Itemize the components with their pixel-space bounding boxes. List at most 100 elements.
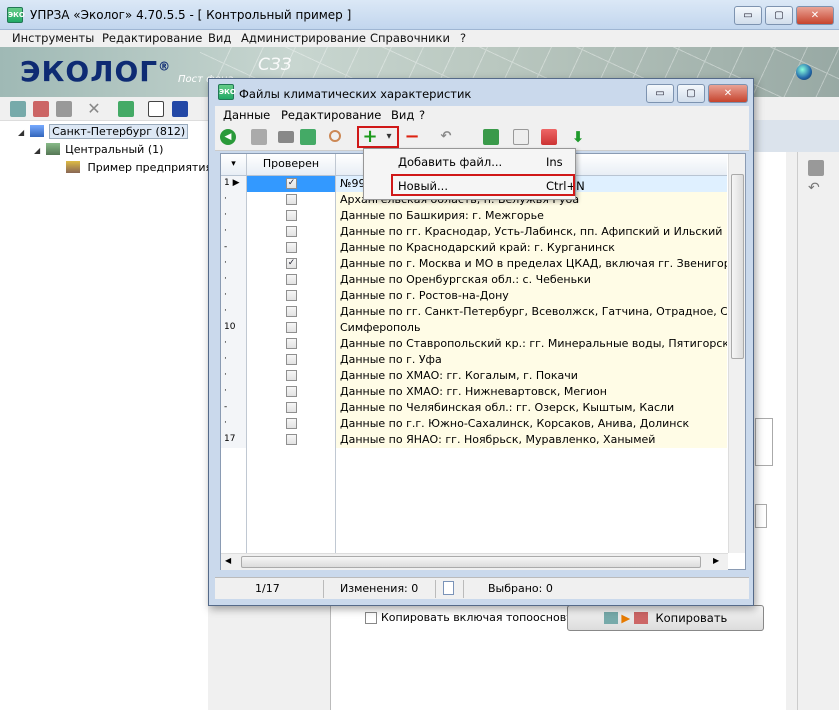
row-indicator[interactable]: · — [221, 368, 247, 384]
table-row[interactable]: · Данные по г. Ростов-на-Дону — [221, 288, 727, 304]
table-row[interactable]: · Данные по г. Уфа — [221, 352, 727, 368]
print-icon[interactable] — [278, 131, 294, 143]
row-check-cell[interactable] — [247, 336, 336, 352]
row-check-cell[interactable] — [247, 384, 336, 400]
row-check-cell[interactable] — [247, 272, 336, 288]
row-indicator[interactable]: - — [221, 240, 247, 256]
checkbox[interactable] — [286, 402, 297, 413]
row-check-cell[interactable] — [247, 192, 336, 208]
checkbox[interactable] — [286, 434, 297, 445]
menu-admin[interactable]: Администрирование — [241, 31, 366, 45]
maximize-button[interactable]: ▢ — [765, 6, 793, 25]
edit-icon[interactable] — [513, 129, 529, 145]
table-row[interactable]: · Данные по ХМАО: гг. Когалым, г. Покачи — [221, 368, 727, 384]
row-check-cell[interactable] — [247, 416, 336, 432]
minimize-button[interactable]: ▭ — [734, 6, 762, 25]
row-indicator[interactable]: · — [221, 288, 247, 304]
checkbox[interactable] — [286, 306, 297, 317]
vertical-scrollbar[interactable] — [728, 154, 745, 553]
row-description[interactable]: Данные по гг. Санкт-Петербург, Всеволжск… — [336, 304, 727, 320]
row-check-cell[interactable]: ✓ — [247, 256, 336, 272]
checkbox[interactable] — [286, 322, 297, 333]
table-row[interactable]: · Данные по Ставропольский кр.: гг. Минер… — [221, 336, 727, 352]
table-row[interactable]: 10 Симферополь — [221, 320, 727, 336]
tree-node-spb[interactable]: ◢ Санкт-Петербург (812) — [18, 124, 189, 139]
table-row[interactable]: · Данные по г.г. Южно-Сахалинск, Корсаков… — [221, 416, 727, 432]
dialog-menu-view[interactable]: Вид — [391, 108, 414, 122]
row-description[interactable]: Данные по ЯНАО: гг. Ноябрьск, Муравленко… — [336, 432, 727, 448]
row-description[interactable]: Данные по Башкирия: г. Межгорье — [336, 208, 727, 224]
row-indicator[interactable]: · — [221, 272, 247, 288]
horizontal-scrollbar[interactable]: ◀ ▶ — [221, 553, 728, 570]
row-indicator[interactable]: · — [221, 208, 247, 224]
scroll-right-icon[interactable]: ▶ — [713, 556, 719, 565]
eraser-icon[interactable] — [541, 129, 557, 145]
row-check-cell[interactable] — [247, 352, 336, 368]
checkbox[interactable] — [286, 226, 297, 237]
tree-node-enterprise[interactable]: Пример предприятия (9 — [66, 161, 227, 174]
refresh-icon[interactable] — [118, 101, 134, 117]
dialog-menu-edit[interactable]: Редактирование — [281, 108, 381, 122]
row-description[interactable]: Данные по Оренбургская обл.: с. Чебеньки — [336, 272, 727, 288]
row-check-cell[interactable] — [247, 240, 336, 256]
row-indicator[interactable]: 10 — [221, 320, 247, 336]
menu-view[interactable]: Вид — [208, 31, 231, 45]
header-checked[interactable]: Проверен — [247, 154, 336, 175]
row-check-cell[interactable] — [247, 288, 336, 304]
row-check-cell[interactable] — [247, 224, 336, 240]
checkbox[interactable]: ✓ — [286, 178, 297, 189]
row-indicator[interactable]: 17 — [221, 432, 247, 448]
row-check-cell[interactable] — [247, 208, 336, 224]
district-add-icon[interactable] — [33, 101, 49, 117]
side-field[interactable] — [755, 418, 773, 466]
checkbox[interactable] — [286, 354, 297, 365]
dialog-menu-help[interactable]: ? — [419, 108, 425, 122]
table-row[interactable]: · ✓ Данные по г. Москва и МО в пределах ЦК… — [221, 256, 727, 272]
row-indicator[interactable]: · — [221, 336, 247, 352]
checkbox[interactable] — [286, 242, 297, 253]
row-description[interactable]: Данные по Ставропольский кр.: гг. Минера… — [336, 336, 727, 352]
checkbox[interactable] — [286, 194, 297, 205]
checkbox[interactable] — [286, 274, 297, 285]
row-description[interactable]: Данные по Краснодарский край: г. Кургани… — [336, 240, 727, 256]
row-indicator[interactable]: · — [221, 256, 247, 272]
undo-icon[interactable]: ↶ — [808, 180, 824, 196]
menu-help[interactable]: ? — [460, 31, 466, 45]
menu-item-add-file[interactable]: Добавить файл... Ins — [366, 151, 573, 173]
scroll-thumb[interactable] — [241, 556, 701, 568]
row-description[interactable]: Данные по ХМАО: гг. Когалым, г. Покачи — [336, 368, 727, 384]
copy-button[interactable]: ▶ Копировать — [567, 605, 764, 631]
dialog-minimize-button[interactable]: ▭ — [646, 84, 674, 103]
row-check-cell[interactable] — [247, 368, 336, 384]
checkbox[interactable] — [286, 290, 297, 301]
checkbox[interactable] — [286, 210, 297, 221]
dialog-close-button[interactable]: ✕ — [708, 84, 748, 103]
save-icon[interactable] — [251, 129, 267, 145]
row-description[interactable]: Данные по г.г. Южно-Сахалинск, Корсаков,… — [336, 416, 727, 432]
menu-references[interactable]: Справочники — [370, 31, 450, 45]
row-description[interactable]: Данные по г. Москва и МО в пределах ЦКАД… — [336, 256, 727, 272]
row-indicator[interactable]: · — [221, 192, 247, 208]
search-icon[interactable] — [329, 130, 341, 142]
row-indicator[interactable]: · — [221, 384, 247, 400]
delete-icon[interactable]: ✕ — [86, 101, 102, 117]
dialog-maximize-button[interactable]: ▢ — [677, 84, 705, 103]
scroll-left-icon[interactable]: ◀ — [225, 556, 231, 565]
globe-icon[interactable] — [796, 64, 812, 80]
side-button[interactable] — [755, 504, 767, 528]
scroll-thumb[interactable] — [731, 174, 744, 359]
tag-icon[interactable] — [172, 101, 188, 117]
remove-icon[interactable]: − — [404, 128, 420, 146]
row-check-cell[interactable] — [247, 400, 336, 416]
undo-icon[interactable]: ↶ — [438, 129, 454, 145]
row-indicator[interactable]: · — [221, 224, 247, 240]
checkbox[interactable] — [286, 370, 297, 381]
close-button[interactable]: ✕ — [796, 6, 834, 25]
row-check-cell[interactable] — [247, 304, 336, 320]
eraser-icon[interactable] — [148, 101, 164, 117]
row-indicator[interactable]: · — [221, 304, 247, 320]
row-indicator[interactable]: - — [221, 400, 247, 416]
row-check-cell[interactable] — [247, 320, 336, 336]
table-row[interactable]: - Данные по Челябинская обл.: гг. Озерск,… — [221, 400, 727, 416]
row-description[interactable]: Данные по Челябинская обл.: гг. Озерск, … — [336, 400, 727, 416]
